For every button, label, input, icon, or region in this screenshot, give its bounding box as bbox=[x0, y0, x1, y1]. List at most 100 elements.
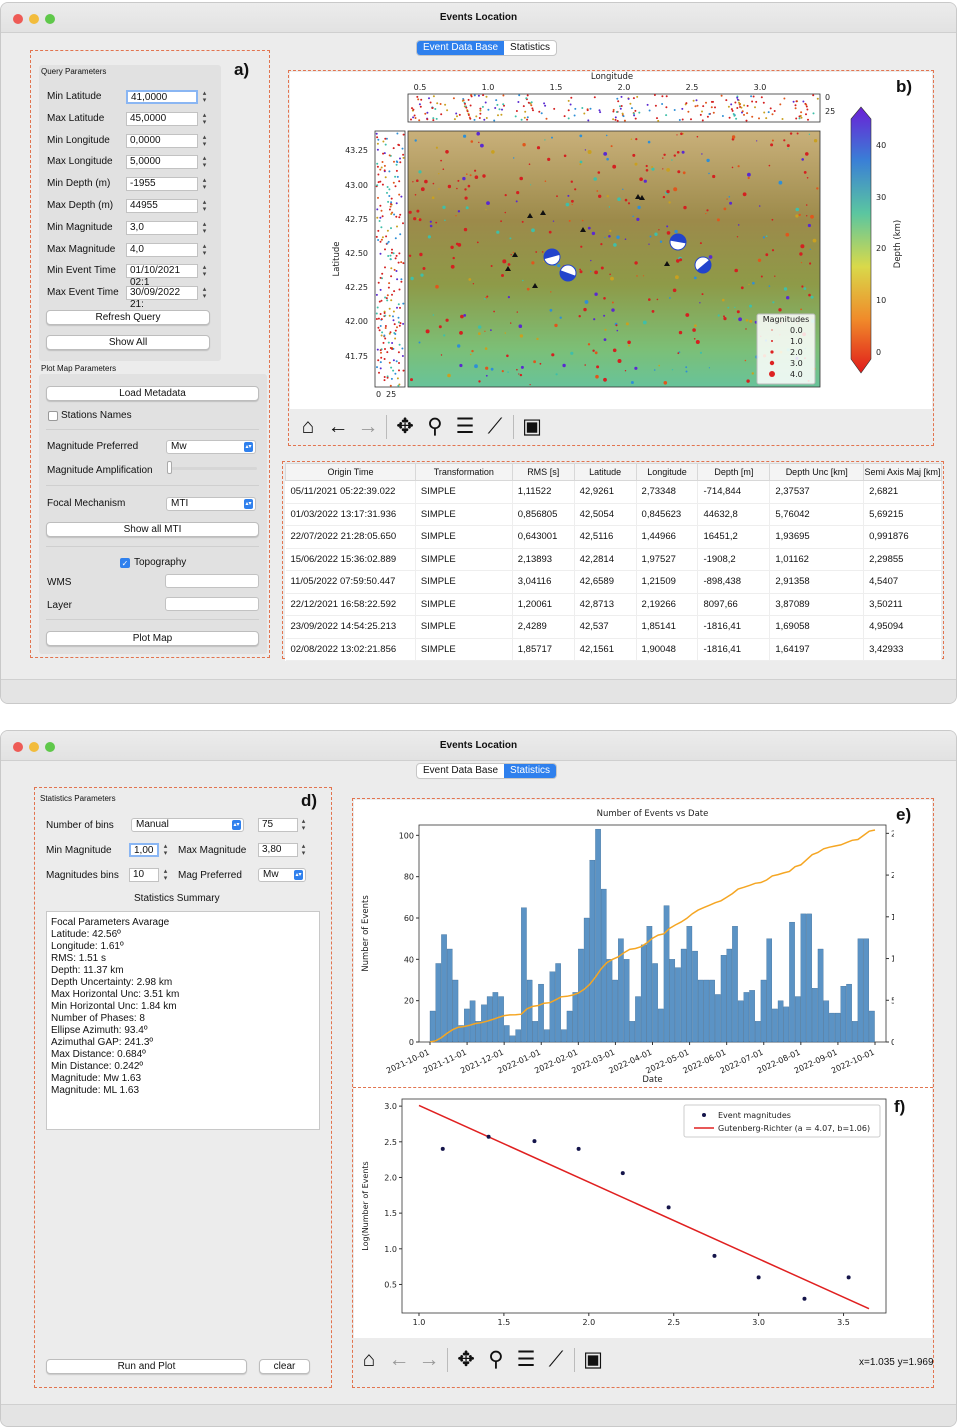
query-field-stepper[interactable]: ▴ ▾ bbox=[201, 286, 208, 300]
magnitude-bins-stepper[interactable]: ▴ ▾ bbox=[162, 868, 169, 882]
bins-mode-select[interactable]: Manual ▴▾ bbox=[131, 818, 244, 832]
table-row[interactable]: 22/12/2021 16:58:22.592 SIMPLE 1,20061 42,8… bbox=[285, 593, 942, 616]
table-header-cell[interactable]: Depth Unc [km] bbox=[769, 463, 865, 481]
pan-icon[interactable]: ✥ bbox=[451, 1346, 481, 1374]
layer-input[interactable] bbox=[165, 597, 259, 611]
event-point bbox=[416, 209, 420, 213]
table-row[interactable]: 22/07/2022 21:28:05.650 SIMPLE 0,643001 42,… bbox=[285, 525, 942, 549]
query-field-stepper[interactable]: ▴ ▾ bbox=[201, 243, 208, 257]
event-point bbox=[432, 182, 435, 185]
left-hist-point bbox=[376, 348, 379, 351]
query-field-input[interactable]: -1955 bbox=[126, 177, 198, 192]
home-icon[interactable]: ⌂ bbox=[354, 1346, 384, 1374]
table-header-cell[interactable]: Transformation bbox=[414, 463, 513, 481]
table-cell: 22/07/2022 21:28:05.650 bbox=[285, 525, 416, 549]
pan-icon[interactable]: ✥ bbox=[390, 413, 420, 441]
magnitude-preferred-select[interactable]: Mw ▴▾ bbox=[166, 440, 256, 454]
query-field-input[interactable]: 5,0000 bbox=[126, 155, 198, 170]
configure-subplots-icon[interactable]: ☰ bbox=[511, 1346, 541, 1374]
table-row[interactable]: 01/03/2022 13:17:31.936 SIMPLE 0,856805 42,… bbox=[285, 503, 942, 526]
show-all-mti-button[interactable]: Show all MTI bbox=[46, 522, 259, 537]
focal-mechanism-select[interactable]: MTI ▴▾ bbox=[166, 497, 256, 511]
topography-checkbox[interactable]: ✓ bbox=[120, 558, 130, 568]
table-cell: SIMPLE bbox=[415, 638, 513, 661]
query-field-stepper[interactable]: ▴ ▾ bbox=[201, 112, 208, 126]
save-icon[interactable]: ▣ bbox=[578, 1346, 608, 1374]
back-arrow-icon[interactable]: ← bbox=[384, 1346, 414, 1374]
window-events-database: Events Location Event Data Base Statisti… bbox=[0, 2, 957, 704]
event-point bbox=[427, 235, 431, 239]
query-field-input[interactable]: 30/09/2022 21: bbox=[126, 286, 198, 310]
table-header-cell[interactable]: Latitude bbox=[573, 463, 637, 481]
max-magnitude-stepper[interactable]: ▴ ▾ bbox=[300, 843, 307, 857]
query-field-stepper[interactable]: ▴ ▾ bbox=[201, 90, 208, 104]
wms-input[interactable] bbox=[165, 574, 259, 588]
back-arrow-icon[interactable]: ← bbox=[323, 413, 353, 441]
table-row[interactable]: 05/11/2021 05:22:39.022 SIMPLE 1,11522 42,9… bbox=[285, 480, 942, 504]
stations-names-checkbox[interactable] bbox=[48, 411, 58, 421]
slider-handle[interactable] bbox=[167, 461, 172, 474]
clear-button[interactable]: clear bbox=[259, 1359, 310, 1374]
table-row[interactable]: 15/06/2022 15:36:02.889 SIMPLE 2,13893 42,2… bbox=[285, 548, 942, 571]
max-magnitude-input[interactable]: 3,80 bbox=[258, 843, 298, 857]
table-row[interactable]: 02/08/2022 13:02:21.856 SIMPLE 1,85717 42,1… bbox=[285, 638, 942, 661]
bins-count-input[interactable]: 75 bbox=[258, 818, 298, 832]
top-hist-point bbox=[623, 119, 626, 122]
min-magnitude-input[interactable]: 1,00 bbox=[129, 843, 159, 857]
min-magnitude-stepper[interactable]: ▴ ▾ bbox=[162, 843, 169, 857]
table-row[interactable]: 23/09/2022 14:54:25.213 SIMPLE 2,4289 42,53… bbox=[285, 615, 942, 639]
query-field-stepper[interactable]: ▴ ▾ bbox=[201, 155, 208, 169]
query-field-input[interactable]: 44955 bbox=[126, 199, 198, 213]
top-hist-point bbox=[800, 116, 803, 119]
table-header-cell[interactable]: Origin Time bbox=[285, 463, 416, 481]
tab-statistics[interactable]: Statistics bbox=[504, 764, 557, 778]
tab-event-data-base[interactable]: Event Data Base bbox=[417, 764, 504, 778]
save-icon[interactable]: ▣ bbox=[517, 413, 547, 441]
tab-statistics[interactable]: Statistics bbox=[504, 41, 556, 55]
bins-count-stepper[interactable]: ▴ ▾ bbox=[300, 818, 307, 832]
query-field-stepper[interactable]: ▴ ▾ bbox=[201, 264, 208, 278]
edit-axis-icon[interactable]: ⟋ bbox=[480, 413, 510, 441]
home-icon[interactable]: ⌂ bbox=[293, 413, 323, 441]
left-hist-point bbox=[377, 326, 380, 329]
event-point bbox=[570, 351, 574, 355]
event-point bbox=[616, 235, 620, 239]
forward-arrow-icon[interactable]: → bbox=[353, 413, 383, 441]
event-point bbox=[562, 363, 566, 368]
show-all-button[interactable]: Show All bbox=[46, 335, 210, 350]
zoom-icon[interactable]: ⚲ bbox=[420, 413, 450, 441]
edit-axis-icon[interactable]: ⟋ bbox=[541, 1346, 571, 1374]
query-field-stepper[interactable]: ▴ ▾ bbox=[201, 177, 208, 191]
histogram-bar bbox=[840, 986, 847, 1043]
event-point bbox=[594, 270, 598, 275]
query-field-input[interactable]: 41,0000 bbox=[126, 90, 198, 104]
event-point bbox=[679, 258, 683, 262]
table-header-cell[interactable]: RMS [s] bbox=[511, 463, 575, 481]
query-field-input[interactable]: 0,0000 bbox=[126, 133, 198, 148]
magnitude-amplification-slider[interactable] bbox=[169, 467, 257, 470]
event-point bbox=[504, 194, 507, 197]
table-header-cell[interactable]: Depth [m] bbox=[697, 463, 771, 481]
tab-event-data-base[interactable]: Event Data Base bbox=[417, 41, 505, 55]
plot-map-button[interactable]: Plot Map bbox=[46, 631, 259, 646]
run-and-plot-button[interactable]: Run and Plot bbox=[46, 1359, 247, 1374]
query-field-input[interactable]: 45,0000 bbox=[126, 111, 198, 126]
query-field-stepper[interactable]: ▴ ▾ bbox=[201, 221, 208, 235]
query-field-input[interactable]: 01/10/2021 02:1 bbox=[126, 264, 198, 288]
magnitude-bins-input[interactable]: 10 bbox=[129, 868, 159, 882]
query-field-stepper[interactable]: ▴ ▾ bbox=[201, 134, 208, 148]
configure-subplots-icon[interactable]: ☰ bbox=[450, 413, 480, 441]
table-header-cell[interactable]: Longitude bbox=[635, 463, 699, 481]
event-point bbox=[457, 344, 461, 348]
load-metadata-button[interactable]: Load Metadata bbox=[46, 386, 259, 401]
refresh-query-button[interactable]: Refresh Query bbox=[46, 310, 210, 325]
zoom-icon[interactable]: ⚲ bbox=[481, 1346, 511, 1374]
query-field-input[interactable]: 4,0 bbox=[126, 242, 198, 257]
query-field-input[interactable]: 3,0 bbox=[126, 220, 198, 235]
table-row[interactable]: 11/05/2022 07:59:50.447 SIMPLE 3,04116 42,6… bbox=[285, 570, 942, 594]
forward-arrow-icon[interactable]: → bbox=[414, 1346, 444, 1374]
event-point bbox=[636, 217, 640, 221]
mag-preferred-select[interactable]: Mw ▴▾ bbox=[258, 868, 306, 882]
query-field-stepper[interactable]: ▴ ▾ bbox=[201, 199, 208, 213]
table-header-cell[interactable]: Semi Axis Maj [km] bbox=[863, 463, 942, 481]
